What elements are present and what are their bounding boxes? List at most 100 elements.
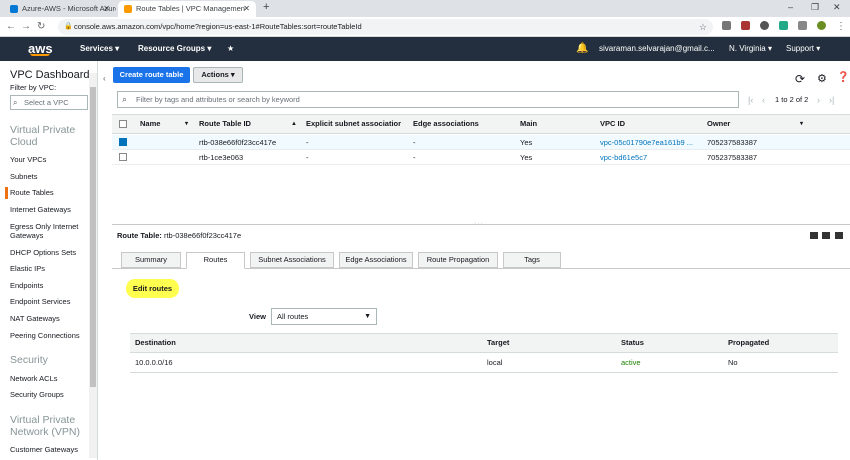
new-tab-button[interactable]: +: [263, 1, 269, 13]
table-row[interactable]: rtb-1ce3e063 - - Yes vpc-bd61e5c7 705237…: [112, 150, 850, 165]
url-input[interactable]: 🔒 console.aws.amazon.com/vpc/home?region…: [58, 19, 713, 35]
sidebar-item-subnets[interactable]: Subnets: [10, 172, 38, 181]
column-header-owner[interactable]: Owner: [707, 114, 730, 134]
scrollbar-thumb[interactable]: [90, 87, 96, 387]
cell-route-table-id: rtb-038e66f0f23cc417e: [199, 138, 277, 147]
sort-icon[interactable]: ▾: [800, 114, 803, 134]
help-icon[interactable]: ❓: [837, 73, 849, 83]
create-route-table-button[interactable]: Create route table: [113, 67, 190, 83]
bookmark-star-icon[interactable]: ☆: [699, 19, 707, 35]
column-header-propagated: Propagated: [728, 338, 770, 347]
prev-page-icon[interactable]: ‹: [762, 95, 765, 105]
layout-split-icon[interactable]: [822, 232, 830, 239]
close-tab-icon[interactable]: ✕: [243, 1, 250, 17]
actions-button[interactable]: Actions ▾: [193, 67, 243, 83]
sidebar-item-egress-only-internet-gateways[interactable]: Egress Only Internet Gateways: [10, 222, 88, 240]
extension-icon[interactable]: [741, 21, 750, 30]
sort-icon[interactable]: ▾: [185, 114, 188, 134]
sidebar-item-endpoints[interactable]: Endpoints: [10, 281, 43, 290]
minimize-button[interactable]: –: [788, 2, 793, 12]
view-label: View: [249, 312, 266, 321]
close-tab-icon[interactable]: ✕: [103, 1, 110, 17]
sort-ascending-icon[interactable]: ▲: [291, 114, 297, 134]
first-page-icon[interactable]: |‹: [748, 95, 753, 105]
sidebar-item-internet-gateways[interactable]: Internet Gateways: [10, 205, 71, 214]
sidebar-title[interactable]: VPC Dashboard: [10, 69, 90, 81]
column-header-main[interactable]: Main: [520, 114, 537, 134]
refresh-icon[interactable]: ⟳: [795, 73, 805, 85]
sidebar-item-network-acls[interactable]: Network ACLs: [10, 374, 58, 383]
vpc-id-link[interactable]: vpc-bd61e5c7: [600, 150, 647, 165]
column-header-edge-associations[interactable]: Edge associations: [413, 114, 479, 134]
column-header-route-table-id[interactable]: Route Table ID: [199, 114, 251, 134]
address-bar-row: ← → ↻ 🔒 console.aws.amazon.com/vpc/home?…: [0, 17, 850, 37]
view-select[interactable]: All routes ▼: [271, 308, 377, 325]
last-page-icon[interactable]: ›|: [829, 95, 834, 105]
table-row[interactable]: rtb-038e66f0f23cc417e - - Yes vpc-05c017…: [112, 135, 850, 150]
pagination-text: 1 to 2 of 2: [775, 95, 809, 104]
vpc-select-placeholder: Select a VPC: [24, 98, 69, 107]
notifications-bell-icon[interactable]: 🔔: [576, 37, 588, 61]
maximize-button[interactable]: ❐: [811, 2, 819, 13]
sidebar-item-security-groups[interactable]: Security Groups: [10, 390, 64, 399]
sidebar-item-customer-gateways[interactable]: Customer Gateways: [10, 445, 78, 454]
sidebar-item-route-tables[interactable]: Route Tables: [10, 188, 54, 197]
section-heading-vpn: Virtual Private Network (VPN): [10, 414, 81, 438]
cell-subnet: -: [306, 153, 309, 162]
sidebar-item-peering-connections[interactable]: Peering Connections: [10, 331, 80, 340]
column-header-subnet-association[interactable]: Explicit subnet associatior: [306, 114, 403, 134]
extension-icon[interactable]: [722, 21, 731, 30]
reload-icon[interactable]: ↻: [37, 20, 45, 34]
tab-routes[interactable]: Routes: [186, 252, 245, 269]
account-menu[interactable]: sivaraman.selvarajan@gmail.c...: [599, 37, 715, 61]
extension-icon[interactable]: [779, 21, 788, 30]
section-heading-vpc: Virtual Private Cloud: [10, 124, 76, 148]
sidebar-item-dhcp-options-sets[interactable]: DHCP Options Sets: [10, 248, 76, 257]
resource-groups-menu[interactable]: Resource Groups ▾: [138, 37, 211, 61]
tab-title: Route Tables | VPC Managemen: [136, 4, 245, 13]
edit-routes-button[interactable]: Edit routes: [126, 279, 179, 298]
select-all-checkbox[interactable]: [119, 120, 127, 128]
extension-icon[interactable]: [798, 21, 807, 30]
close-window-button[interactable]: ✕: [833, 2, 841, 13]
support-menu[interactable]: Support ▾: [786, 37, 820, 61]
services-menu[interactable]: Services ▾: [80, 37, 119, 61]
column-header-name[interactable]: Name: [140, 114, 160, 134]
search-icon: ⌕: [122, 94, 128, 104]
layout-full-icon[interactable]: [810, 232, 818, 239]
filter-input[interactable]: ⌕ Filter by tags and attributes or searc…: [117, 91, 739, 108]
back-arrow-icon[interactable]: ←: [6, 20, 16, 34]
cell-subnet: -: [306, 138, 309, 147]
row-checkbox-checked[interactable]: [119, 138, 127, 146]
browser-tab-route-tables[interactable]: Route Tables | VPC Managemen ✕: [118, 1, 256, 17]
sidebar-item-your-vpcs[interactable]: Your VPCs: [10, 155, 46, 164]
gear-icon[interactable]: ⚙: [817, 74, 827, 85]
browser-menu-icon[interactable]: ⋮: [836, 20, 846, 34]
column-header-status: Status: [621, 338, 644, 347]
sidebar: VPC Dashboard Filter by VPC: ⌕ Select a …: [0, 61, 106, 460]
extension-icon[interactable]: [760, 21, 769, 30]
tab-route-propagation[interactable]: Route Propagation: [418, 252, 498, 268]
tab-edge-associations[interactable]: Edge Associations: [339, 252, 413, 268]
pin-star-icon[interactable]: ★: [227, 37, 234, 61]
layout-bottom-icon[interactable]: [835, 232, 843, 239]
sidebar-item-elastic-ips[interactable]: Elastic IPs: [10, 264, 45, 273]
profile-avatar-icon[interactable]: [817, 21, 826, 30]
sidebar-item-nat-gateways[interactable]: NAT Gateways: [10, 314, 60, 323]
forward-arrow-icon[interactable]: →: [21, 20, 31, 34]
region-menu[interactable]: N. Virginia ▾: [729, 37, 772, 61]
tab-subnet-associations[interactable]: Subnet Associations: [250, 252, 334, 268]
tab-summary[interactable]: Summary: [121, 252, 181, 268]
sidebar-item-endpoint-services[interactable]: Endpoint Services: [10, 297, 70, 306]
vpc-select-input[interactable]: ⌕ Select a VPC: [10, 95, 88, 110]
row-checkbox[interactable]: [119, 153, 127, 161]
browser-tab-azure[interactable]: Azure-AWS - Microsoft Azure ✕: [4, 1, 116, 17]
next-page-icon[interactable]: ›: [817, 95, 820, 105]
vpc-id-link[interactable]: vpc-05c01790e7ea161b9 ...: [600, 135, 700, 150]
resize-handle-icon[interactable]: ···: [474, 220, 484, 227]
sidebar-scrollbar[interactable]: [89, 73, 97, 458]
collapse-sidebar-chevron-icon[interactable]: ‹: [103, 74, 106, 83]
column-header-vpc-id[interactable]: VPC ID: [600, 114, 625, 134]
aws-logo[interactable]: aws: [28, 37, 53, 61]
tab-tags[interactable]: Tags: [503, 252, 561, 268]
